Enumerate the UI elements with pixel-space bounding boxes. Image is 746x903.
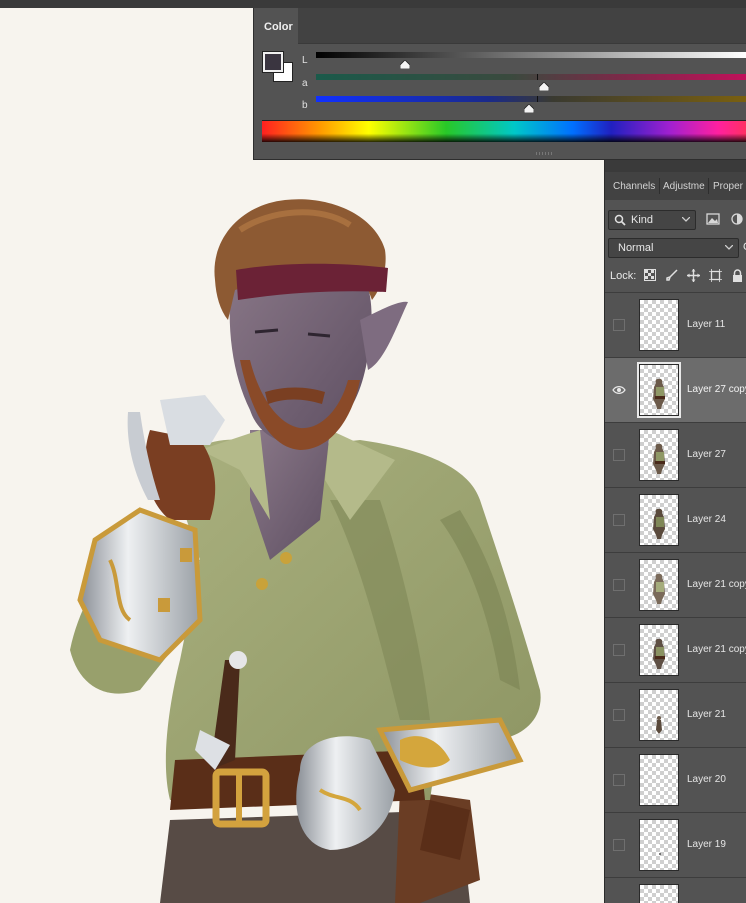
dot-thumbnail-art	[659, 853, 661, 855]
slider-a-center-tick	[537, 74, 538, 80]
layer-thumbnail	[637, 362, 681, 418]
layer-thumbnail	[639, 494, 679, 546]
layer-row[interactable]: Layer 19	[605, 812, 746, 877]
visibility-toggle[interactable]	[613, 839, 625, 851]
tab-channels[interactable]: Channels	[613, 172, 657, 200]
slider-l-track[interactable]	[316, 52, 746, 58]
layer-row[interactable]: Layer 21	[605, 682, 746, 747]
lock-row: Lock:	[605, 264, 746, 288]
lock-all-icon[interactable]	[732, 269, 743, 282]
tab-properties[interactable]: Proper	[713, 172, 746, 200]
layer-thumbnail	[639, 754, 679, 806]
lock-position-icon[interactable]	[687, 269, 700, 282]
layer-row[interactable]	[605, 877, 746, 903]
chevron-down-icon	[725, 245, 733, 250]
slider-a-thumb[interactable]	[539, 82, 549, 91]
layer-name: Layer 21 copy	[687, 644, 746, 655]
small-figure-thumbnail-art	[656, 716, 662, 734]
slider-b-center-tick	[537, 96, 538, 102]
slider-b-track[interactable]	[316, 96, 746, 102]
tab-separator	[659, 178, 660, 194]
slider-label-b: b	[302, 100, 308, 111]
layer-name: Layer 27 copy	[687, 384, 746, 395]
visibility-toggle[interactable]	[613, 449, 625, 461]
layer-name: Layer 24	[687, 514, 726, 525]
foreground-color-swatch[interactable]	[262, 51, 284, 73]
layer-thumbnail	[639, 689, 679, 741]
lock-artboard-icon[interactable]	[709, 269, 722, 282]
search-icon	[614, 214, 626, 226]
layer-thumbnail	[639, 624, 679, 676]
layer-name: Layer 27	[687, 449, 726, 460]
layer-name: Layer 21 copy	[687, 579, 746, 590]
layer-thumbnail	[639, 429, 679, 481]
lock-label: Lock:	[610, 270, 637, 282]
layer-name: Layer 20	[687, 774, 726, 785]
blend-mode-value: Normal	[618, 242, 654, 254]
slider-a-track[interactable]	[316, 74, 746, 80]
panel-gap	[605, 160, 746, 172]
layer-thumbnail	[639, 559, 679, 611]
filter-pixel-layers-icon[interactable]	[706, 213, 720, 225]
layers-panel-tabbar: Channels Adjustme Proper	[605, 172, 746, 200]
filter-kind-dropdown[interactable]: Kind	[608, 210, 696, 230]
visibility-toggle[interactable]	[613, 579, 625, 591]
slider-label-a: a	[302, 78, 308, 89]
visibility-toggle[interactable]	[613, 709, 625, 721]
layer-row[interactable]: Layer 27 copy	[605, 357, 746, 422]
layer-row[interactable]: Layer 21 copy	[605, 617, 746, 682]
tab-separator	[708, 178, 709, 194]
figure-thumbnail-art	[653, 508, 665, 539]
app-top-strip	[0, 0, 746, 8]
layer-row[interactable]: Layer 24	[605, 487, 746, 552]
figure-thumbnail-art	[653, 573, 665, 604]
filter-adjustment-layers-icon[interactable]	[731, 213, 743, 225]
tab-color[interactable]: Color	[254, 8, 298, 44]
tab-adjustments[interactable]: Adjustme	[663, 172, 707, 200]
layer-row[interactable]: Layer 11	[605, 292, 746, 357]
slider-label-l: L	[302, 55, 308, 66]
layer-name: Layer 21	[687, 709, 726, 720]
lock-transparent-pixels-icon[interactable]	[644, 269, 656, 281]
layer-filter-row: Kind	[605, 208, 746, 232]
color-spectrum-ramp[interactable]	[262, 120, 746, 142]
figure-thumbnail-art	[653, 638, 665, 669]
layer-row[interactable]: Layer 21 copy	[605, 552, 746, 617]
slider-l-thumb[interactable]	[400, 60, 410, 69]
layer-thumbnail	[639, 299, 679, 351]
layer-row[interactable]: Layer 27	[605, 422, 746, 487]
filter-kind-value: Kind	[631, 214, 654, 226]
layer-name: Layer 11	[687, 319, 726, 330]
visibility-toggle[interactable]	[613, 774, 625, 786]
layers-panel: Channels Adjustme Proper Kind Normal Loc…	[604, 160, 746, 903]
visibility-toggle[interactable]	[613, 644, 625, 656]
layer-thumbnail	[639, 819, 679, 871]
chevron-down-icon	[682, 217, 690, 222]
figure-thumbnail-art	[653, 378, 665, 409]
layer-name: Layer 19	[687, 839, 726, 850]
blend-mode-dropdown[interactable]: Normal	[608, 238, 739, 258]
figure-thumbnail-art	[653, 443, 665, 474]
visibility-toggle[interactable]	[613, 514, 625, 526]
layer-thumbnail	[639, 884, 679, 903]
color-panel-tabbar: Color	[254, 8, 746, 44]
lock-image-pixels-icon[interactable]	[666, 269, 678, 281]
slider-b-thumb[interactable]	[524, 104, 534, 113]
color-panel: Color L a b	[253, 8, 746, 160]
layer-row[interactable]: Layer 20	[605, 747, 746, 812]
eye-icon[interactable]	[612, 385, 626, 395]
panel-resize-grip[interactable]	[536, 152, 552, 155]
visibility-toggle[interactable]	[613, 319, 625, 331]
